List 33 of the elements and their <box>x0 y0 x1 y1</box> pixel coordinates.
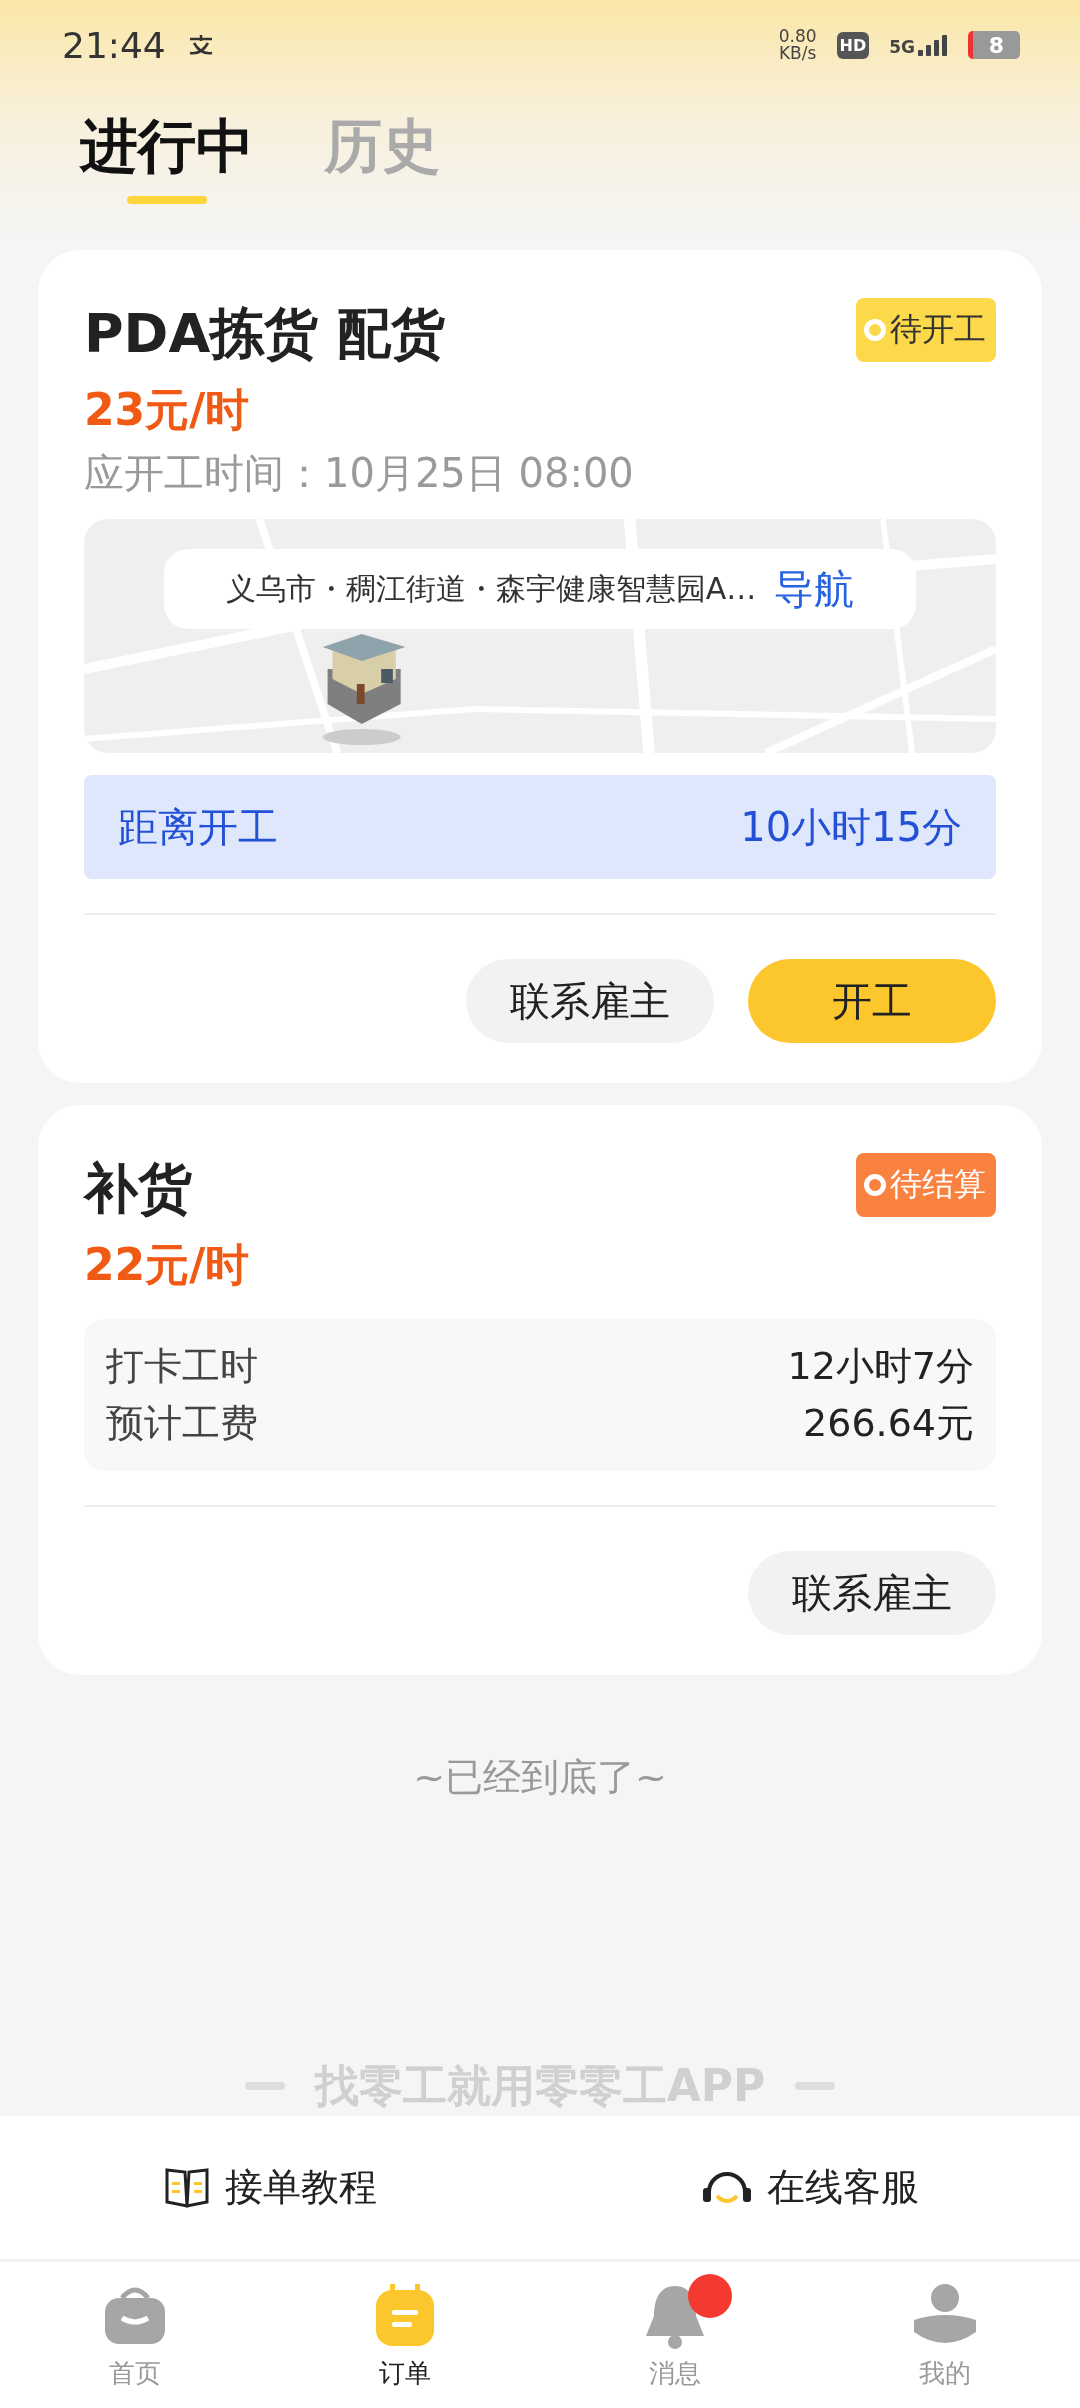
status-badge: 待开工 <box>856 298 996 362</box>
start-button[interactable]: 开工 <box>748 959 996 1043</box>
hd-badge: HD <box>836 31 870 59</box>
job-title: 补货 <box>84 1156 192 1222</box>
helper-link[interactable]: 在线客服 <box>540 2116 1080 2259</box>
start-time: 应开工时间：10月25日 08:00 <box>84 449 635 498</box>
address: 义乌市・稠江街道・森宇健康智慧园A… <box>225 569 757 608</box>
speed-unit: KB/s <box>778 45 817 62</box>
hourly-rate: 23元/时 <box>84 383 251 437</box>
helper-link[interactable]: 接单教程 <box>0 2116 540 2259</box>
contact-button[interactable]: 联系雇主 <box>748 1551 996 1635</box>
hourly-rate: 22元/时 <box>84 1238 251 1292</box>
book-icon <box>163 2165 211 2210</box>
countdown-value: 10小时15分 <box>740 802 962 852</box>
stat-value: 12小时7分 <box>787 1343 974 1390</box>
dash-decoration <box>795 2082 836 2090</box>
order-tab[interactable]: 进行中 <box>80 108 254 250</box>
countdown-label: 距离开工 <box>118 802 278 852</box>
stat-label: 预计工费 <box>106 1400 259 1447</box>
stat-value: 266.64元 <box>802 1400 974 1447</box>
network-type: 5G <box>889 39 915 56</box>
end-note: ~已经到底了~ <box>413 1754 667 1801</box>
contact-button[interactable]: 联系雇主 <box>466 959 714 1043</box>
signal-icon <box>918 34 948 56</box>
status-badge: 待结算 <box>856 1153 996 1217</box>
dash-decoration <box>244 2082 285 2090</box>
status-time: 21:44 <box>62 24 166 66</box>
nav-item[interactable]: 订单 <box>270 2262 540 2408</box>
battery-icon: 8 <box>968 31 1020 59</box>
network-speed: 0.80 <box>778 28 817 45</box>
job-title: PDA拣货 配货 <box>84 301 445 367</box>
stat-label: 打卡工时 <box>106 1343 259 1390</box>
navigate-link[interactable]: 导航 <box>774 561 855 617</box>
